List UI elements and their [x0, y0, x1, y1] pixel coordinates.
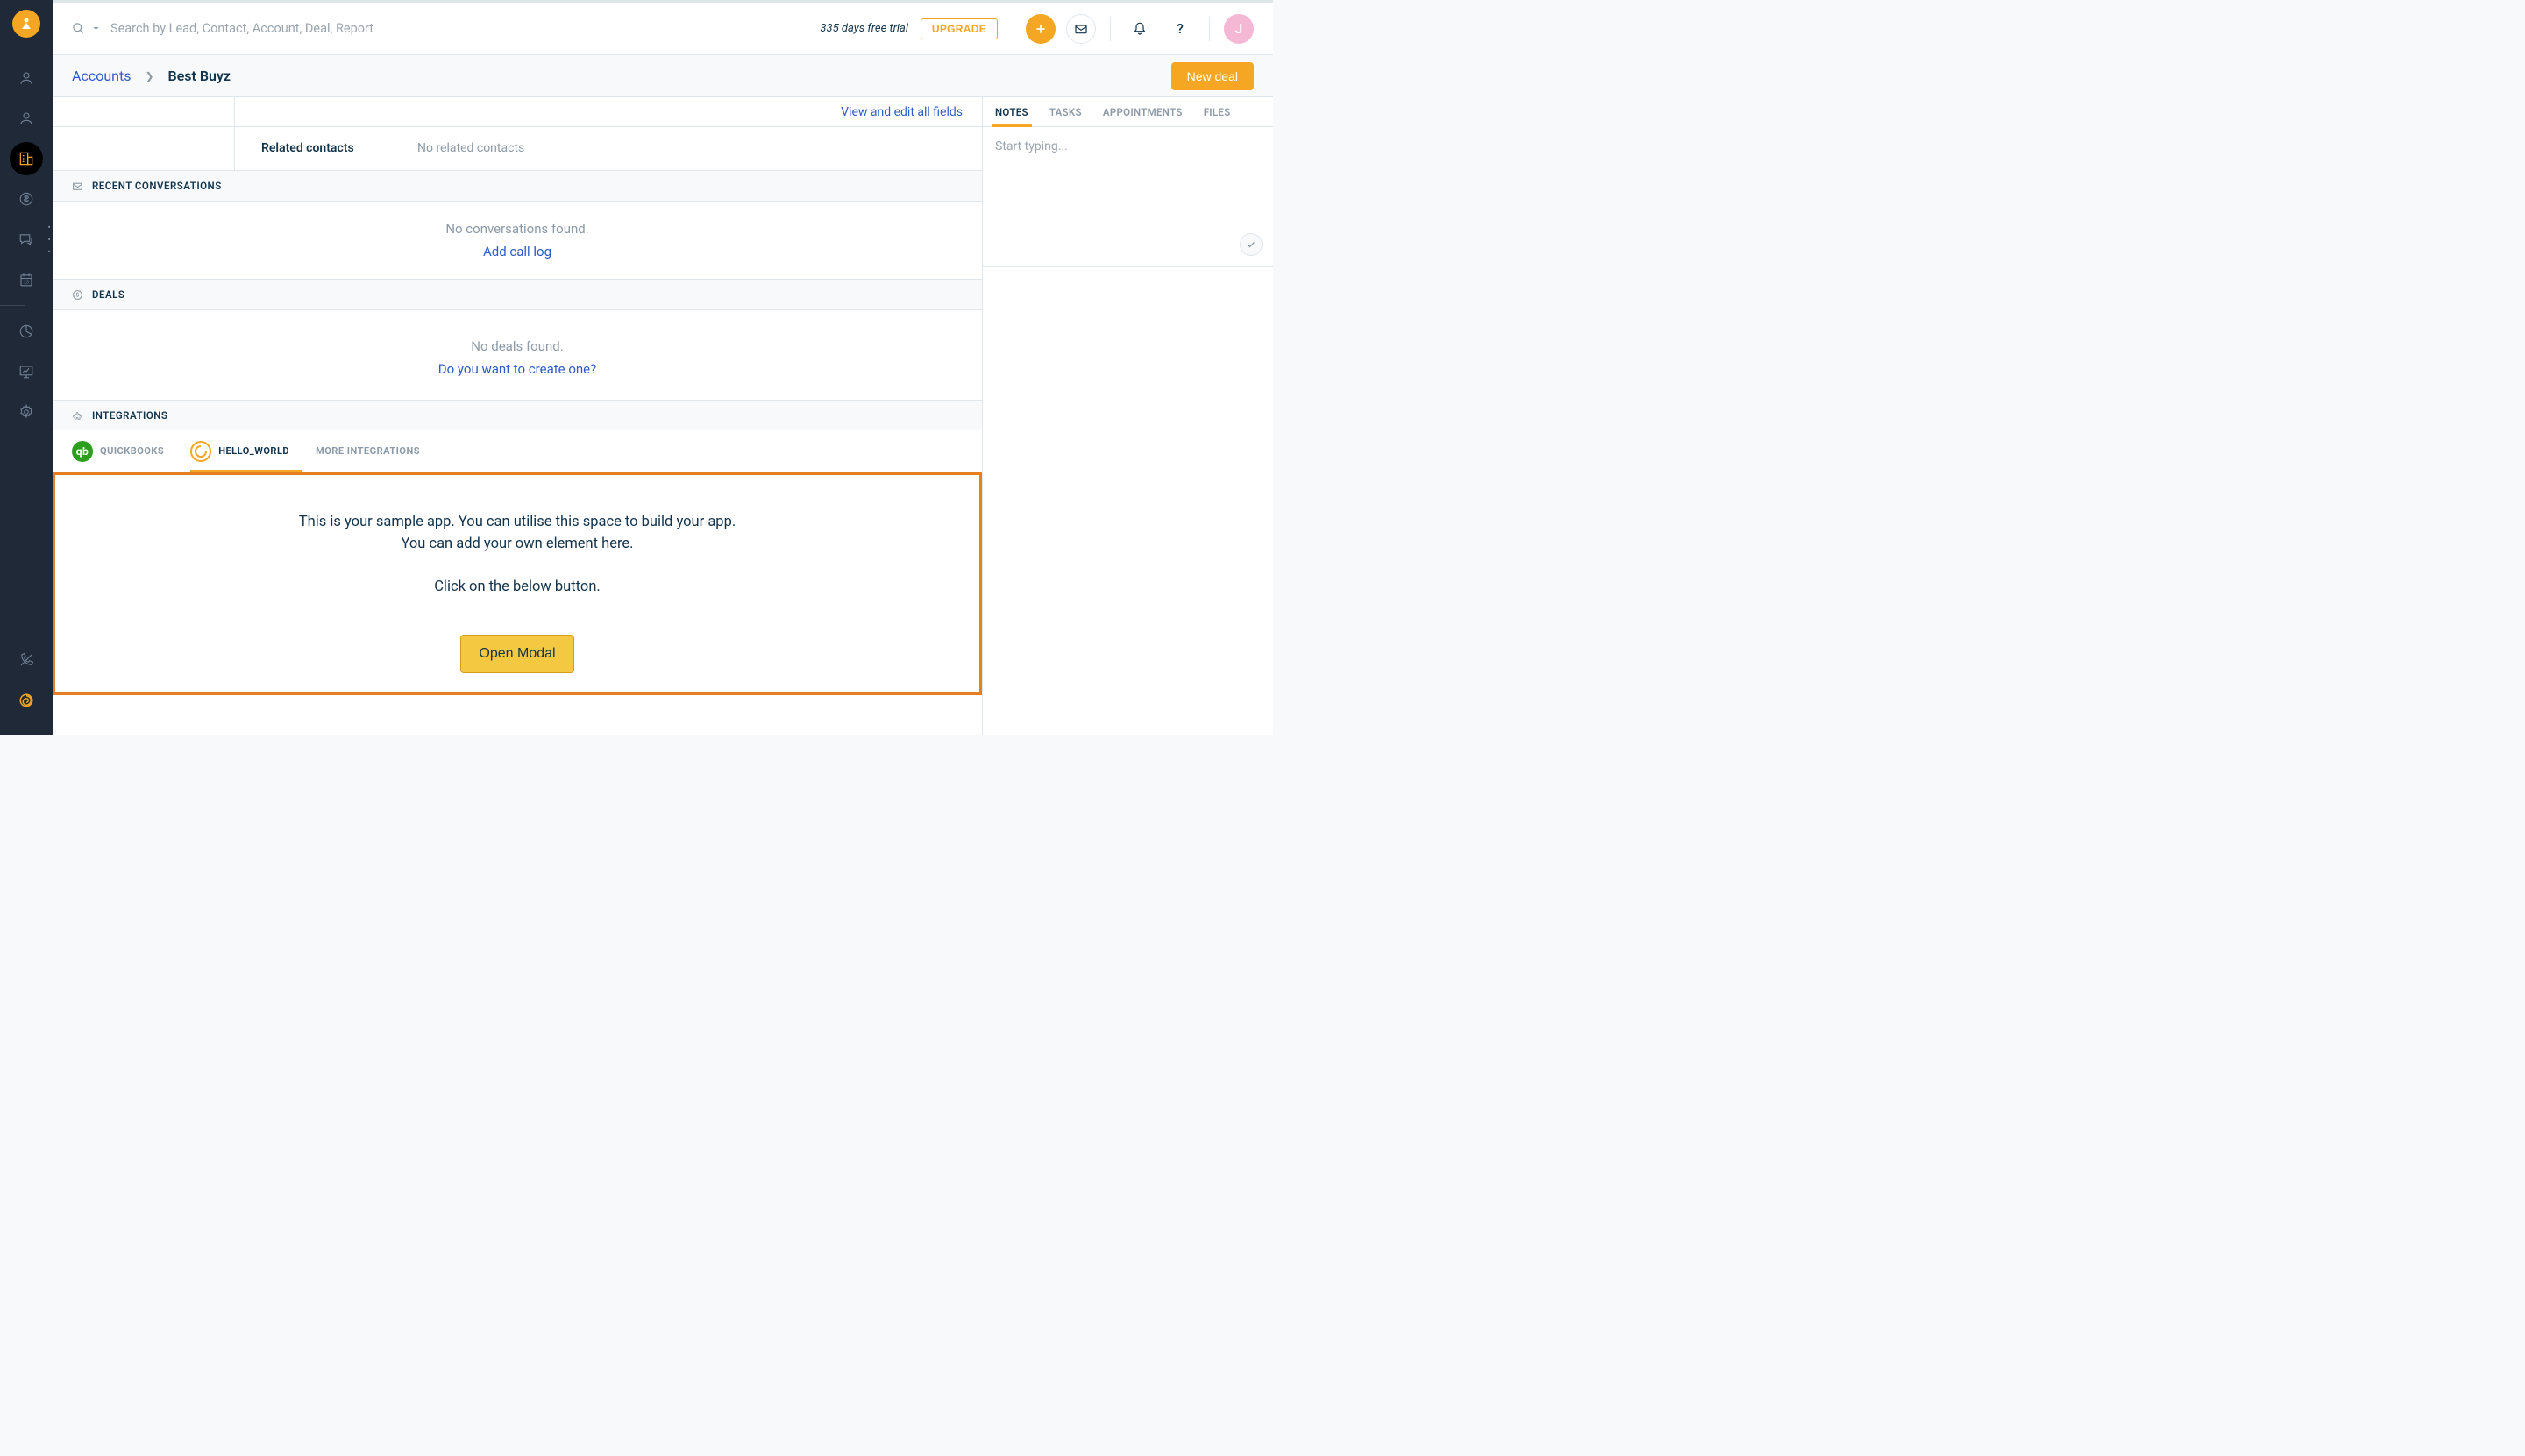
header-divider	[1209, 17, 1210, 41]
deals-heading: DEALS	[92, 288, 124, 301]
tab-more-label: MORE INTEGRATIONS	[316, 445, 420, 457]
breadcrumb: Accounts ❯ Best Buyz	[72, 67, 231, 84]
person-icon	[18, 110, 34, 126]
sidebar-calendar[interactable]: 23	[0, 259, 53, 300]
right-panel: NOTES TASKS APPOINTMENTS FILES Start typ…	[983, 97, 1273, 735]
swirl-icon	[18, 692, 34, 708]
conversations-body: No conversations found. Add call log	[53, 202, 982, 280]
gear-icon	[18, 404, 34, 420]
puzzle-icon	[72, 410, 83, 422]
chevron-down-icon	[92, 25, 100, 32]
sidebar-settings[interactable]	[0, 392, 53, 432]
calendar-icon: 23	[18, 272, 34, 288]
deals-body: No deals found. Do you want to create on…	[53, 310, 982, 401]
tab-quickbooks[interactable]: qb QUICKBOOKS	[72, 430, 164, 472]
sidebar-phone[interactable]	[0, 640, 53, 680]
tab-hello-world-label: HELLO_WORLD	[218, 445, 289, 457]
integrations-heading: INTEGRATIONS	[92, 409, 167, 422]
sidebar-reports[interactable]	[0, 311, 53, 352]
center-panel: View and edit all fields Related contact…	[53, 97, 983, 735]
top-header: Search by Lead, Contact, Account, Deal, …	[53, 0, 1273, 55]
chat-icon	[18, 231, 34, 247]
deals-empty: No deals found.	[72, 338, 963, 354]
user-avatar[interactable]: J	[1224, 14, 1254, 44]
integrations-header[interactable]: INTEGRATIONS	[53, 401, 982, 430]
help-button[interactable]: ?	[1165, 14, 1195, 44]
open-modal-button[interactable]: Open Modal	[460, 635, 573, 673]
svg-text:23: 23	[24, 281, 29, 286]
conversations-header[interactable]: RECENT CONVERSATIONS	[53, 171, 982, 202]
presentation-icon	[18, 364, 34, 380]
tab-files[interactable]: FILES	[1204, 97, 1231, 126]
sidebar-freshworks[interactable]	[0, 680, 53, 721]
app-text-line1: This is your sample app. You can utilise…	[75, 512, 960, 534]
tab-tasks[interactable]: TASKS	[1049, 97, 1082, 126]
create-deal-link[interactable]: Do you want to create one?	[72, 361, 963, 377]
check-icon	[1246, 239, 1256, 250]
question-icon: ?	[1177, 20, 1184, 37]
related-contacts-value: No related contacts	[410, 127, 531, 170]
notes-submit-button[interactable]	[1240, 233, 1262, 256]
plus-icon	[1034, 22, 1048, 36]
sidebar-divider	[0, 305, 25, 306]
breadcrumb-row: Accounts ❯ Best Buyz New deal	[53, 55, 1273, 97]
sidebar-conversations[interactable]: •••	[0, 219, 53, 259]
quickbooks-icon: qb	[72, 441, 93, 462]
chevron-right-icon: ❯	[145, 70, 153, 82]
left-sidebar: ••• 23	[0, 0, 53, 735]
sidebar-leads[interactable]	[0, 58, 53, 98]
tab-appointments[interactable]: APPOINTMENTS	[1103, 97, 1183, 126]
upgrade-button[interactable]: UPGRADE	[921, 18, 998, 39]
related-contacts-row: Related contacts No related contacts	[53, 127, 982, 171]
tab-more-integrations[interactable]: MORE INTEGRATIONS	[316, 430, 420, 472]
hello-world-icon	[190, 441, 211, 462]
building-icon	[18, 150, 35, 167]
view-all-fields-link[interactable]: View and edit all fields	[841, 105, 963, 119]
global-search[interactable]: Search by Lead, Contact, Account, Deal, …	[72, 21, 820, 36]
related-contacts-label: Related contacts	[235, 127, 410, 170]
tab-quickbooks-label: QUICKBOOKS	[100, 445, 164, 457]
envelope-icon	[1074, 22, 1088, 36]
right-tabs: NOTES TASKS APPOINTMENTS FILES	[983, 97, 1273, 127]
tab-notes[interactable]: NOTES	[995, 97, 1028, 126]
trial-text: 335 days free trial	[820, 22, 907, 35]
person-outline-icon	[18, 70, 34, 86]
conversations-empty: No conversations found.	[72, 221, 963, 237]
new-deal-button[interactable]: New deal	[1171, 62, 1254, 90]
header-divider	[1110, 17, 1111, 41]
dollar-icon: $	[72, 289, 83, 301]
tab-hello-world[interactable]: HELLO_WORLD	[190, 430, 289, 472]
svg-text:$: $	[76, 291, 80, 298]
sidebar-contacts[interactable]	[0, 98, 53, 138]
app-text-line2: You can add your own element here.	[75, 534, 960, 556]
integration-tabs: qb QUICKBOOKS HELLO_WORLD MORE INTEGRATI…	[53, 430, 982, 472]
breadcrumb-current: Best Buyz	[168, 67, 231, 84]
envelope-icon	[72, 181, 83, 192]
notes-input-area[interactable]: Start typing...	[983, 127, 1273, 267]
search-icon	[72, 22, 85, 35]
app-placeholder: This is your sample app. You can utilise…	[53, 472, 982, 695]
sidebar-accounts[interactable]	[0, 138, 53, 179]
sidebar-dashboard[interactable]	[0, 352, 53, 392]
sidebar-deals[interactable]	[0, 179, 53, 219]
bell-icon	[1133, 22, 1147, 36]
add-call-log-link[interactable]: Add call log	[72, 244, 963, 259]
more-dots-icon: •••	[47, 222, 51, 258]
phone-off-icon	[18, 652, 34, 668]
app-logo[interactable]	[0, 0, 53, 47]
conversations-heading: RECENT CONVERSATIONS	[92, 180, 222, 192]
deals-header[interactable]: $ DEALS	[53, 280, 982, 310]
search-placeholder: Search by Lead, Contact, Account, Deal, …	[110, 21, 373, 36]
app-text-line3: Click on the below button.	[75, 577, 960, 599]
avatar-initial: J	[1235, 20, 1243, 37]
pie-chart-icon	[18, 323, 34, 339]
notes-placeholder: Start typing...	[995, 139, 1261, 153]
breadcrumb-parent[interactable]: Accounts	[72, 67, 131, 84]
add-button[interactable]	[1026, 14, 1056, 44]
email-button[interactable]	[1066, 14, 1096, 44]
notifications-button[interactable]	[1125, 14, 1155, 44]
dollar-icon	[18, 191, 34, 207]
